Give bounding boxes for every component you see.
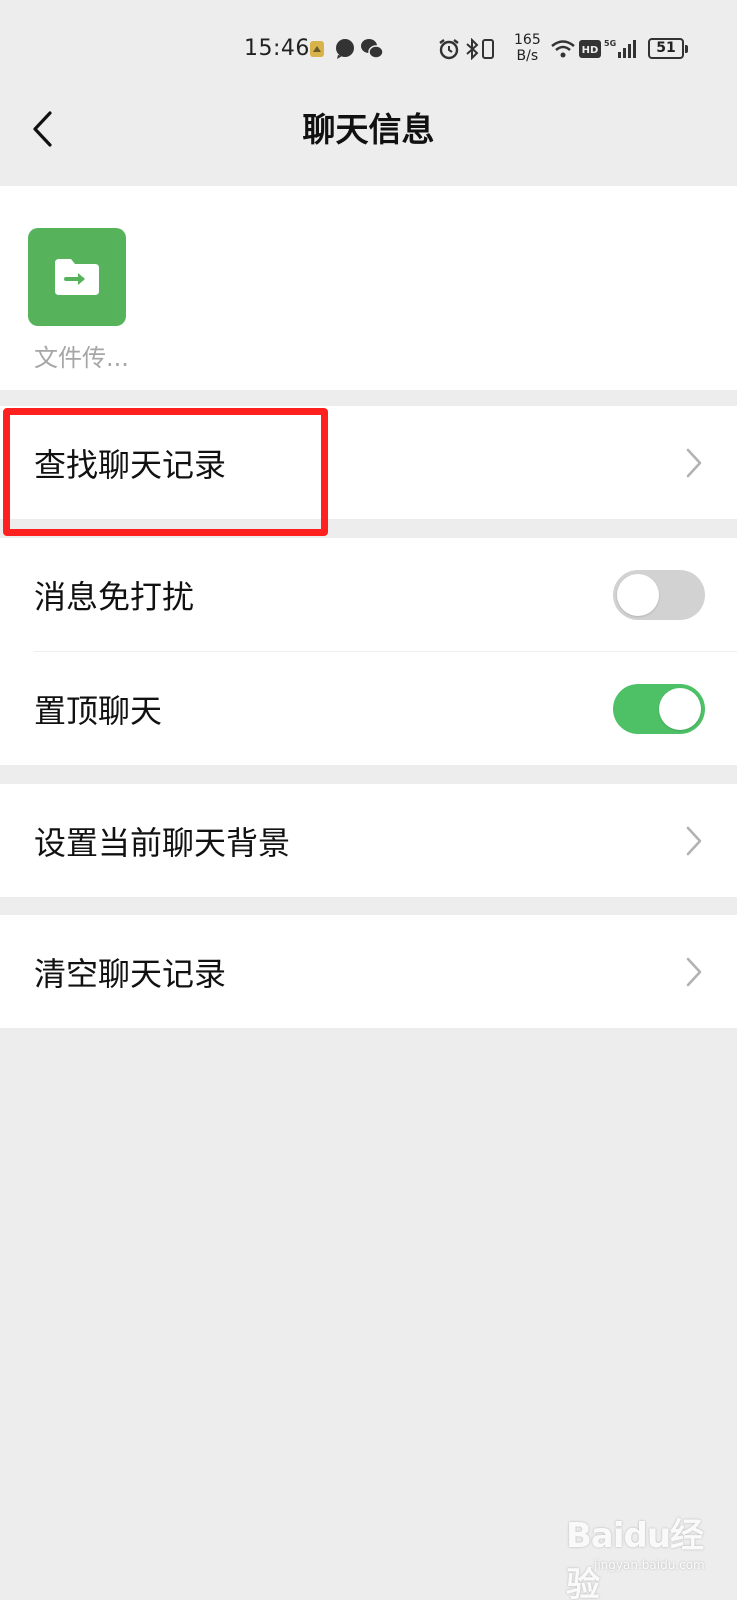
vibrate-icon: [480, 38, 496, 60]
toggle-knob: [659, 687, 701, 730]
signal-icon: 5G: [604, 38, 640, 60]
group-background: 设置当前聊天背景: [0, 784, 737, 897]
page-title: 聊天信息: [302, 110, 435, 149]
member-item[interactable]: 文件传...: [28, 228, 129, 373]
folder-transfer-icon: [55, 259, 99, 295]
hd-label: HD: [582, 45, 599, 56]
chat-info-page: 15:46 165 B/s HD 5G 51 聊天信息 文件传... 查找聊天记…: [0, 0, 737, 1600]
mute-row[interactable]: 消息免打扰: [0, 538, 737, 651]
search-history-label: 查找聊天记录: [34, 445, 227, 484]
member-section: 文件传...: [0, 186, 737, 390]
chevron-right-icon: [686, 957, 702, 986]
bluetooth-icon: [464, 38, 480, 60]
mute-label: 消息免打扰: [34, 577, 195, 616]
back-button[interactable]: [22, 104, 62, 154]
toggle-knob: [617, 573, 659, 616]
chevron-right-icon: [686, 448, 702, 477]
network-speed: 165 B/s: [514, 32, 541, 64]
group-clear: 清空聊天记录: [0, 915, 737, 1028]
wifi-icon: [550, 38, 576, 60]
watermark-url: jingyan.baidu.com: [594, 1558, 705, 1572]
notification-app-icon: [306, 38, 328, 60]
battery-icon: 51: [648, 38, 688, 59]
network-type-label: 5G: [604, 39, 616, 48]
clear-history-row[interactable]: 清空聊天记录: [0, 915, 737, 1028]
status-bar: 15:46 165 B/s HD 5G 51: [0, 0, 737, 90]
group-toggles: 消息免打扰 置顶聊天: [0, 538, 737, 765]
member-name: 文件传...: [34, 344, 129, 372]
chat-bubble-icon: [334, 38, 356, 60]
chevron-right-icon: [686, 826, 702, 855]
status-time: 15:46: [244, 36, 310, 61]
search-history-row[interactable]: 查找聊天记录: [0, 406, 737, 519]
watermark-logo: Baidu经验: [566, 1516, 704, 1600]
pin-row[interactable]: 置顶聊天: [0, 652, 737, 765]
chat-background-row[interactable]: 设置当前聊天背景: [0, 784, 737, 897]
mute-toggle[interactable]: [613, 569, 705, 620]
pin-toggle[interactable]: [613, 683, 705, 734]
wechat-icon: [360, 38, 384, 60]
chat-background-label: 设置当前聊天背景: [34, 823, 291, 862]
chevron-left-icon: [33, 111, 52, 147]
alarm-icon: [438, 38, 460, 60]
pin-label: 置顶聊天: [34, 691, 163, 730]
nav-bar: 聊天信息: [0, 90, 737, 170]
hd-icon: HD: [579, 38, 601, 60]
baidu-watermark: Baidu经验 jingyan.baidu.com: [566, 1508, 726, 1600]
avatar[interactable]: [28, 228, 126, 326]
group-search: 查找聊天记录: [0, 406, 737, 519]
clear-history-label: 清空聊天记录: [34, 954, 227, 993]
